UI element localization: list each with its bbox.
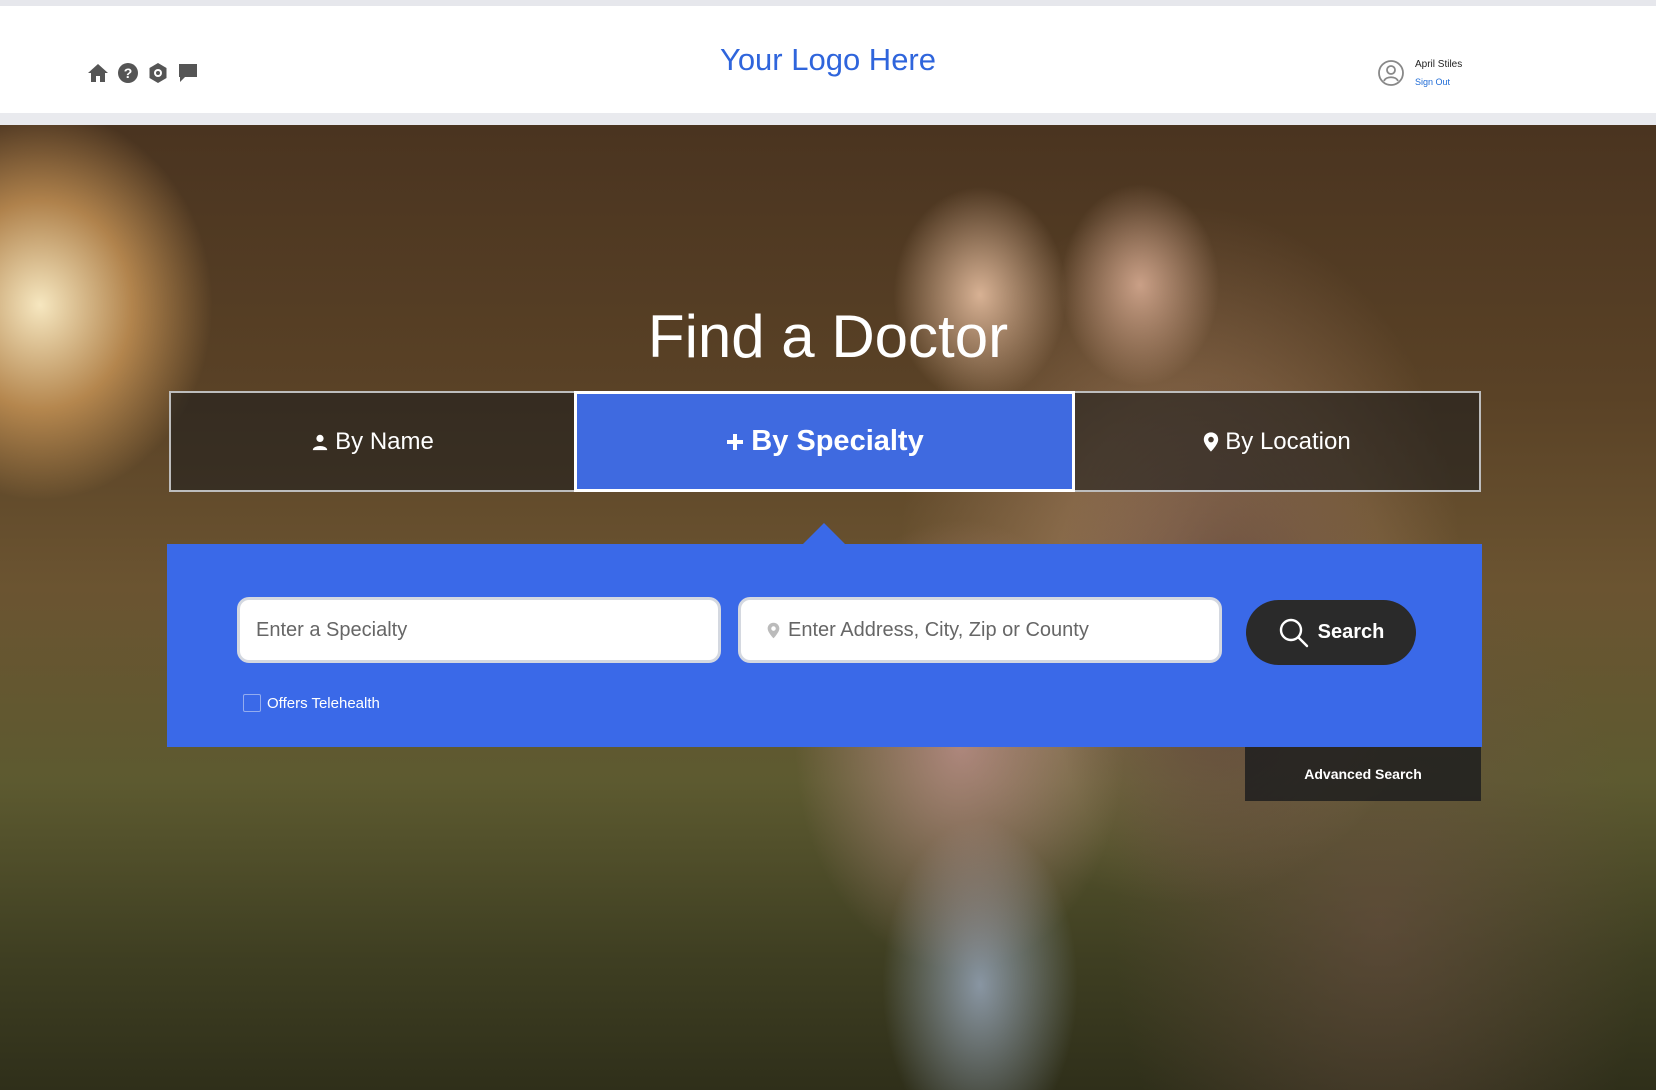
- search-icon: [1278, 617, 1310, 649]
- header-divider: [0, 113, 1656, 125]
- user-name: April Stiles: [1415, 59, 1463, 70]
- tab-by-location[interactable]: By Location: [1075, 391, 1481, 492]
- location-pin-icon: [767, 622, 780, 639]
- user-avatar-icon[interactable]: [1377, 59, 1405, 87]
- tab-by-location-label: By Location: [1225, 427, 1351, 455]
- tab-by-name[interactable]: By Name: [169, 391, 574, 492]
- tab-by-specialty-label: By Specialty: [751, 425, 924, 457]
- advanced-search-button[interactable]: Advanced Search: [1245, 747, 1481, 801]
- telehealth-checkbox[interactable]: [243, 694, 261, 712]
- page-title: Find a Doctor: [647, 303, 1009, 370]
- specialty-input[interactable]: Enter a Specialty: [237, 597, 721, 663]
- search-button[interactable]: Search: [1246, 600, 1416, 665]
- sign-out-link[interactable]: Sign Out: [1415, 77, 1462, 87]
- tab-by-name-label: By Name: [335, 427, 434, 455]
- site-header: ? Your Logo Here April Stiles Sign Out: [0, 6, 1656, 113]
- search-button-label: Search: [1317, 621, 1385, 643]
- telehealth-label[interactable]: Offers Telehealth: [267, 695, 380, 712]
- map-pin-icon: [1203, 431, 1219, 452]
- specialty-input-placeholder: Enter a Specialty: [256, 618, 408, 641]
- search-tabs: By Name By Specialty By Location: [169, 391, 1481, 492]
- active-tab-pointer: [802, 523, 846, 545]
- specialty-search-panel: Enter a Specialty Enter Address, City, Z…: [167, 544, 1482, 747]
- user-account: April Stiles Sign Out: [1377, 58, 1462, 87]
- tab-by-specialty[interactable]: By Specialty: [574, 391, 1075, 492]
- plus-icon: [725, 432, 745, 452]
- telehealth-option: Offers Telehealth: [243, 694, 380, 712]
- person-icon: [311, 433, 329, 451]
- address-input[interactable]: Enter Address, City, Zip or County: [738, 597, 1222, 663]
- address-input-placeholder: Enter Address, City, Zip or County: [788, 618, 1089, 641]
